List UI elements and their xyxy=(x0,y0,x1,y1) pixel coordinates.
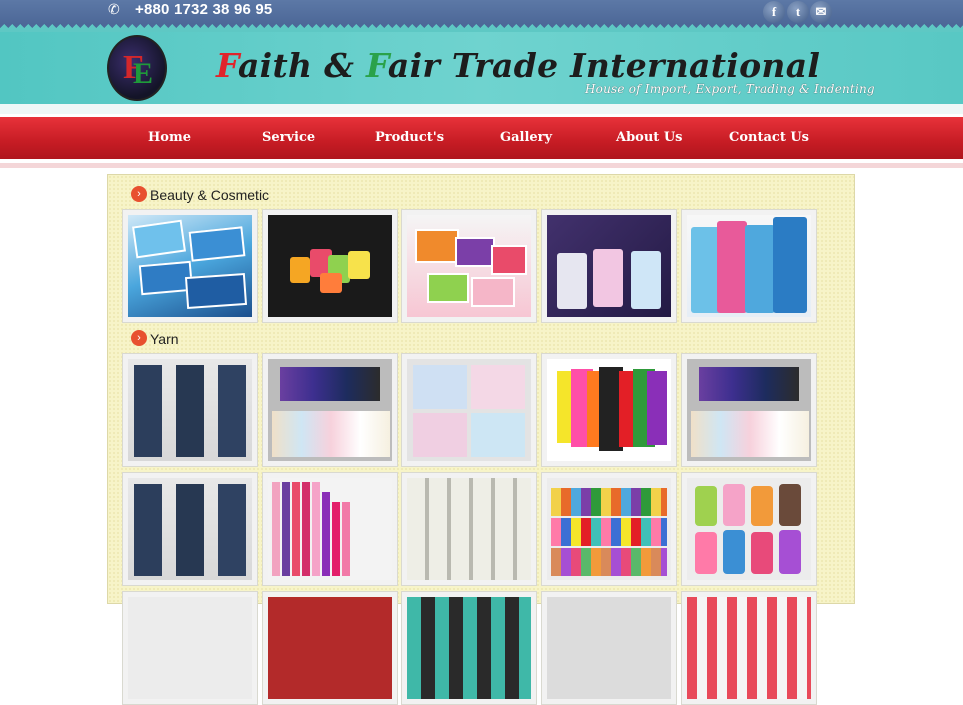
company-logo[interactable]: F E xyxy=(107,35,167,101)
product-image xyxy=(687,215,811,317)
product-thumb[interactable] xyxy=(262,353,398,467)
logo-letter-e: E xyxy=(133,57,154,90)
header-divider xyxy=(0,104,963,114)
nav-gallery[interactable]: Gallery xyxy=(500,130,552,145)
site-title: Faith & Fair Trade International xyxy=(216,46,821,85)
section-title-yarn: Yarn xyxy=(150,331,179,347)
product-thumb[interactable] xyxy=(262,591,398,705)
twitter-icon[interactable]: t xyxy=(787,1,809,23)
main-nav xyxy=(0,117,963,159)
product-image xyxy=(128,478,252,580)
product-image xyxy=(547,215,671,317)
nav-home[interactable]: Home xyxy=(148,130,191,145)
product-image xyxy=(407,215,531,317)
product-thumb[interactable] xyxy=(401,591,537,705)
product-image xyxy=(547,478,671,580)
product-thumb[interactable] xyxy=(122,353,258,467)
product-image xyxy=(687,597,811,699)
product-thumb[interactable] xyxy=(541,353,677,467)
phone-icon: ✆ xyxy=(108,1,120,17)
product-image xyxy=(547,359,671,461)
product-thumb[interactable] xyxy=(681,591,817,705)
product-thumb[interactable] xyxy=(401,472,537,586)
nav-about-us[interactable]: About Us xyxy=(616,130,683,145)
product-thumb[interactable] xyxy=(122,591,258,705)
phone-number: +880 1732 38 96 95 xyxy=(135,1,273,18)
section-title-beauty: Beauty & Cosmetic xyxy=(150,187,270,203)
product-thumb[interactable] xyxy=(401,209,537,323)
product-image xyxy=(128,215,252,317)
top-bar-edge xyxy=(0,24,963,32)
nav-service[interactable]: Service xyxy=(262,130,315,145)
product-thumb[interactable] xyxy=(122,209,258,323)
product-thumb[interactable] xyxy=(541,472,677,586)
product-image xyxy=(547,597,671,699)
product-image xyxy=(268,359,392,461)
product-thumb[interactable] xyxy=(541,209,677,323)
product-image xyxy=(687,478,811,580)
nav-contact-us[interactable]: Contact Us xyxy=(729,130,809,145)
product-thumb[interactable] xyxy=(122,472,258,586)
email-icon[interactable]: ✉ xyxy=(810,1,832,23)
product-thumb[interactable] xyxy=(681,209,817,323)
chevron-right-icon: › xyxy=(131,186,147,202)
product-image xyxy=(128,359,252,461)
nav-underline xyxy=(0,163,963,168)
product-thumb[interactable] xyxy=(681,353,817,467)
nav-products[interactable]: Product's xyxy=(375,130,444,145)
product-image xyxy=(268,478,392,580)
chevron-right-icon: › xyxy=(131,330,147,346)
product-image xyxy=(407,597,531,699)
product-image xyxy=(128,597,252,699)
product-thumb[interactable] xyxy=(262,472,398,586)
product-thumb[interactable] xyxy=(262,209,398,323)
product-thumb[interactable] xyxy=(541,591,677,705)
facebook-icon[interactable]: f xyxy=(763,1,785,23)
product-image xyxy=(407,359,531,461)
site-tagline: House of Import, Export, Trading & Inden… xyxy=(585,82,875,96)
product-image xyxy=(268,597,392,699)
product-thumb[interactable] xyxy=(681,472,817,586)
product-thumb[interactable] xyxy=(401,353,537,467)
product-image xyxy=(687,359,811,461)
product-image xyxy=(268,215,392,317)
product-image xyxy=(407,478,531,580)
